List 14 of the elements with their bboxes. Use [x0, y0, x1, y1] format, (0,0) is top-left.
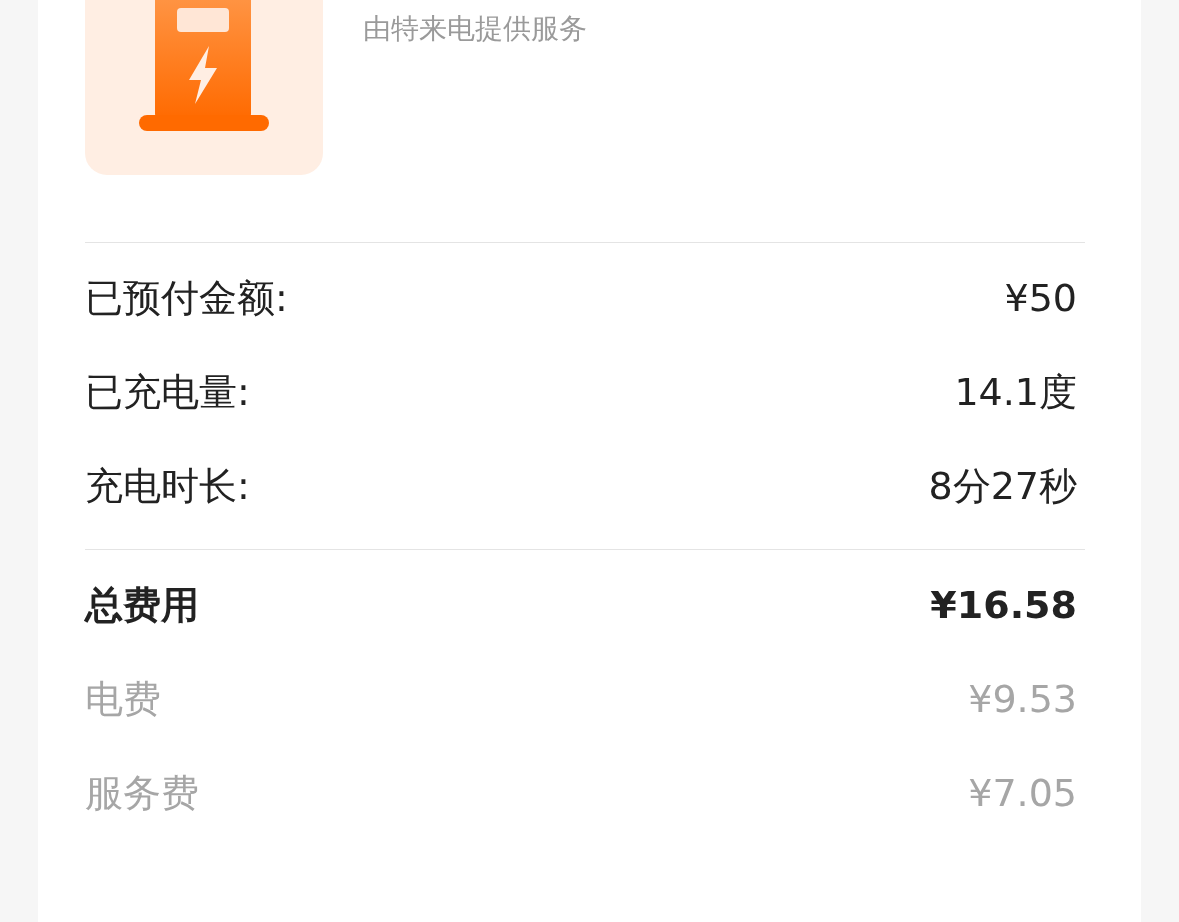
fee-value: ¥9.53	[968, 676, 1077, 723]
detail-label: 已预付金额:	[85, 275, 288, 322]
fee-label: 服务费	[85, 770, 199, 817]
provider-subtitle: 由特来电提供服务	[363, 11, 587, 47]
fee-label: 电费	[85, 676, 161, 723]
fee-value: ¥7.05	[968, 770, 1077, 817]
detail-value: ¥50	[1004, 275, 1077, 322]
fee-value: ¥16.58	[930, 582, 1077, 629]
charger-icon	[85, 0, 323, 175]
fee-label: 总费用	[85, 582, 199, 629]
detail-label: 充电时长:	[85, 463, 250, 510]
detail-value: 14.1度	[954, 369, 1077, 416]
detail-label: 已充电量:	[85, 369, 250, 416]
detail-value: 8分27秒	[928, 463, 1077, 510]
